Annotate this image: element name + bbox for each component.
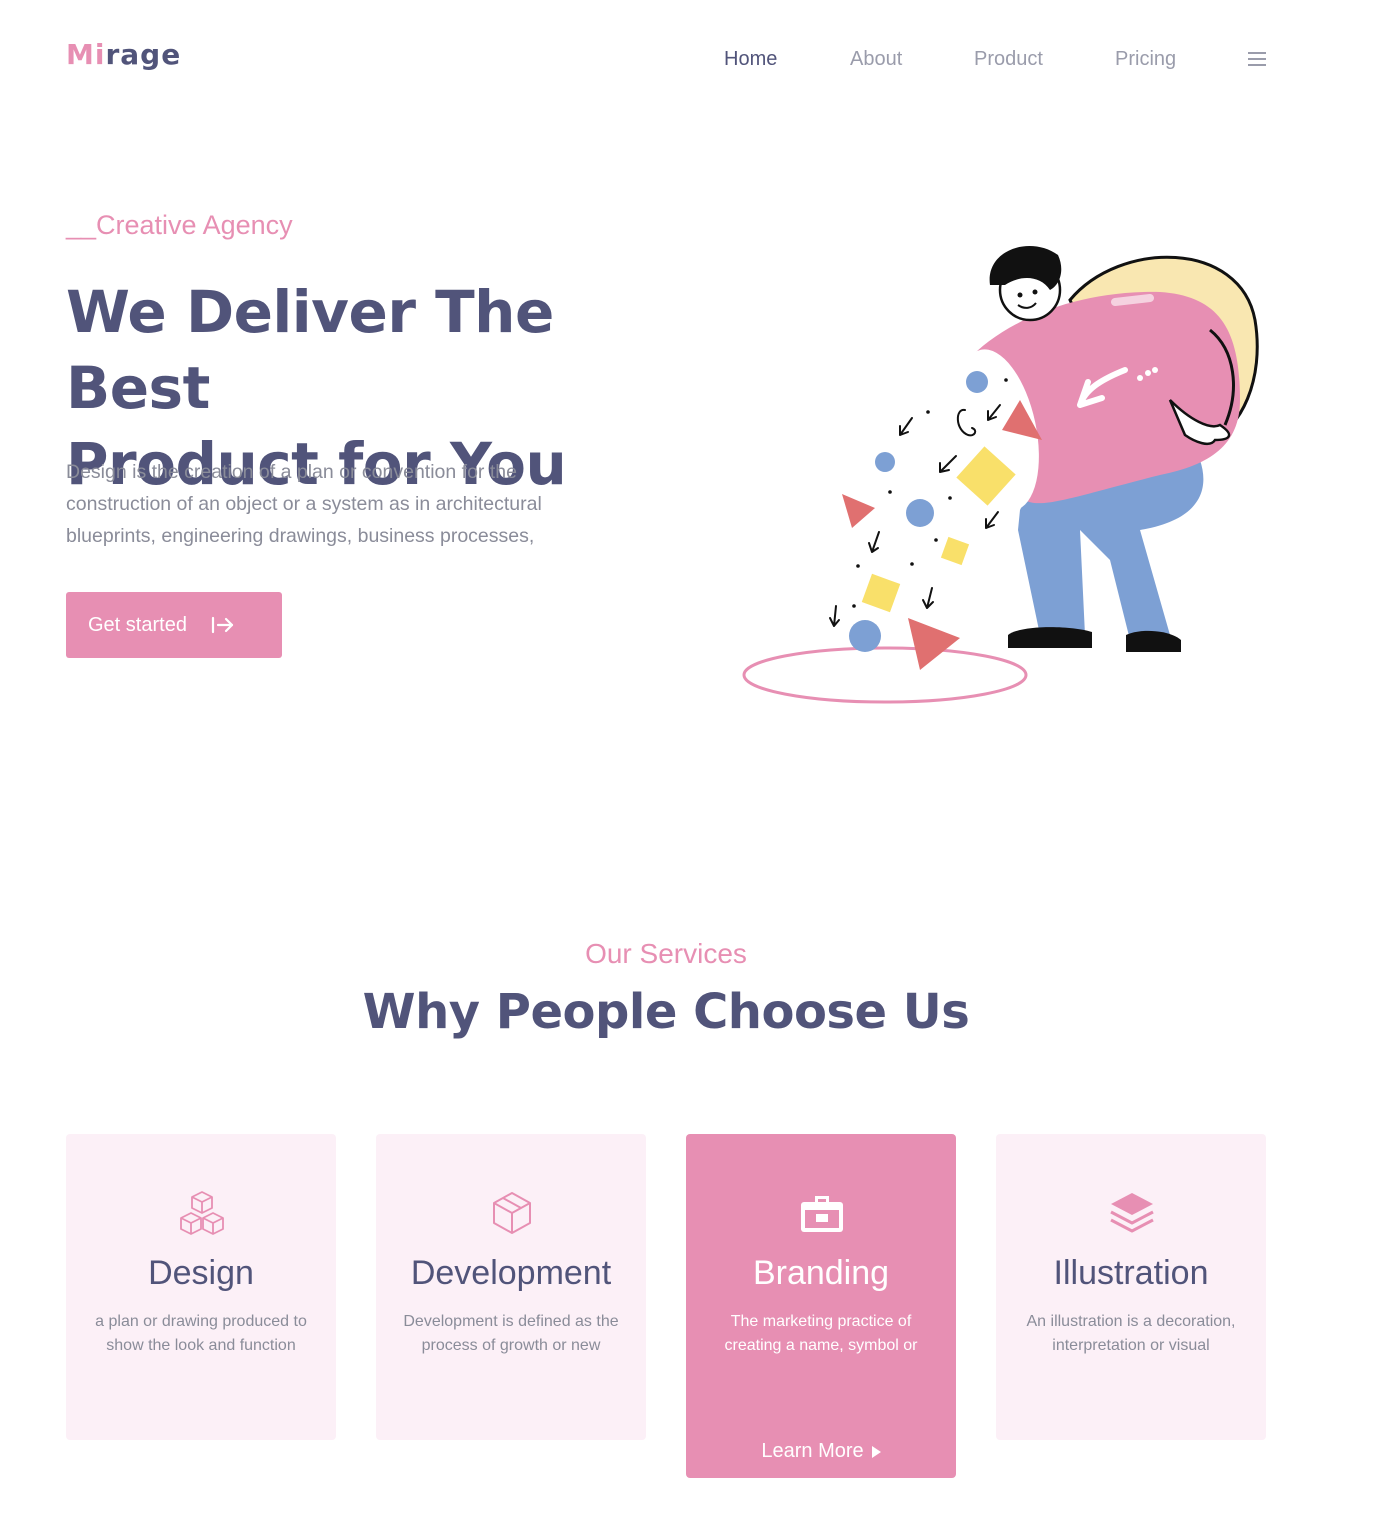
- services-title: Why People Choose Us: [362, 984, 970, 1040]
- drum-highlight: [1111, 294, 1154, 306]
- nav-product[interactable]: Product: [974, 48, 1043, 71]
- right-shoe: [1126, 630, 1181, 652]
- service-card-branding[interactable]: Branding The marketing practice of creat…: [686, 1134, 956, 1478]
- get-started-button[interactable]: Get started: [66, 592, 282, 658]
- card-description: Development is defined as the process of…: [403, 1313, 619, 1354]
- play-icon: [871, 1445, 881, 1458]
- hero-eyebrow: __Creative Agency: [66, 210, 293, 240]
- card-description: The marketing practice of creating a nam…: [724, 1313, 918, 1354]
- arrow-right-bar-icon: [211, 616, 234, 634]
- cubes-icon: [180, 1191, 224, 1235]
- service-card-design[interactable]: Design a plan or drawing produced to sho…: [66, 1134, 336, 1440]
- shape-circle-1: [966, 371, 988, 393]
- get-started-label: Get started: [88, 613, 187, 636]
- card-description: a plan or drawing produced to show the l…: [95, 1313, 307, 1354]
- shape-square-3: [861, 573, 901, 613]
- card-title: Development: [410, 1254, 612, 1292]
- shape-square-2: [940, 536, 970, 566]
- hero-description: Design is the creation of a plan or conv…: [66, 461, 542, 547]
- ground-ring: [742, 646, 1028, 704]
- card-title: Branding: [752, 1254, 890, 1292]
- card-title: Illustration: [1053, 1254, 1209, 1292]
- shape-triangle-2: [842, 494, 875, 528]
- shape-circle-2: [875, 452, 895, 472]
- layers-icon: [1110, 1193, 1154, 1233]
- nav-pricing[interactable]: Pricing: [1115, 48, 1176, 71]
- card-description: An illustration is a decoration, interpr…: [1026, 1313, 1236, 1354]
- shape-circle-3: [906, 499, 934, 527]
- briefcase-icon: [801, 1196, 843, 1232]
- learn-more-label: Learn More: [761, 1440, 864, 1462]
- nav-about[interactable]: About: [850, 48, 902, 71]
- service-card-development[interactable]: Development Development is defined as th…: [376, 1134, 646, 1440]
- card-title: Design: [148, 1254, 254, 1292]
- shape-circle-4: [849, 620, 881, 652]
- hamburger-menu-icon[interactable]: [1248, 52, 1266, 68]
- service-card-illustration[interactable]: Illustration An illustration is a decora…: [996, 1134, 1266, 1440]
- services-eyebrow: Our Services: [585, 938, 747, 969]
- learn-more-link[interactable]: Learn More: [686, 1440, 956, 1463]
- nav-home[interactable]: Home: [724, 48, 777, 71]
- hero-title-line1: We Deliver The Best: [66, 278, 554, 422]
- hero-illustration: [742, 246, 1259, 704]
- cube-icon: [493, 1192, 531, 1234]
- left-shoe: [1008, 627, 1092, 648]
- shape-triangle-3: [908, 618, 960, 670]
- main-nav: Home About Product Pricing: [0, 48, 1394, 78]
